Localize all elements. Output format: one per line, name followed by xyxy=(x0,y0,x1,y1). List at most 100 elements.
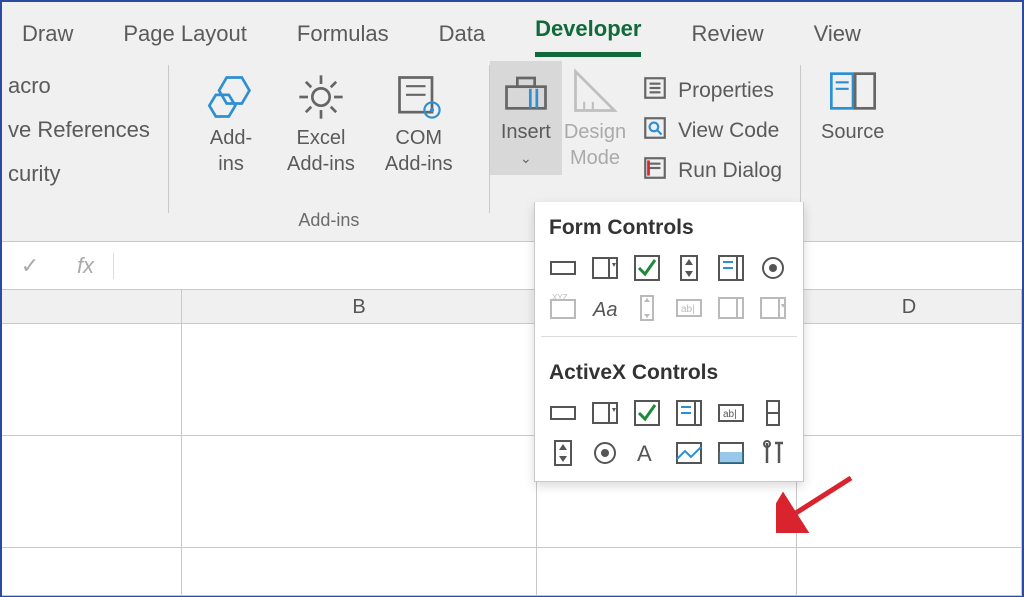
toolbox-icon xyxy=(500,65,552,117)
excel-addins-label: Excel Add-ins xyxy=(287,125,355,177)
cell[interactable] xyxy=(182,436,537,547)
tab-page-layout[interactable]: Page Layout xyxy=(123,15,247,57)
table-row xyxy=(2,436,1022,548)
triangle-ruler-icon xyxy=(569,65,621,117)
insert-label: Insert xyxy=(501,119,551,145)
group-addins: Add- ins Excel Add-ins COM Add-ins Add-i… xyxy=(169,57,489,241)
svg-text:ab|: ab| xyxy=(681,304,695,315)
activex-commandbutton-icon[interactable] xyxy=(545,395,581,431)
form-textfield-icon[interactable]: ab| xyxy=(671,290,707,326)
view-code-label: View Code xyxy=(678,119,779,143)
col-header-d[interactable]: D xyxy=(797,290,1022,323)
ribbon: acro ve References curity Add- ins Excel… xyxy=(2,57,1022,242)
cell[interactable] xyxy=(797,548,1022,595)
form-checkbox-icon[interactable] xyxy=(629,250,665,286)
form-groupbox-icon[interactable]: XYZ xyxy=(545,290,581,326)
truncated-item[interactable]: ve References xyxy=(8,117,150,143)
ribbon-tabs: Draw Page Layout Formulas Data Developer… xyxy=(2,2,1022,57)
addins-button[interactable]: Add- ins xyxy=(203,67,259,181)
hexagon-icon xyxy=(205,71,257,123)
table-row xyxy=(2,548,1022,596)
col-header-b[interactable]: B xyxy=(182,290,537,323)
activex-optionbutton-icon[interactable] xyxy=(587,435,623,471)
form-combo-dropdown-icon[interactable] xyxy=(755,290,791,326)
activex-spinbutton-icon[interactable] xyxy=(545,435,581,471)
formula-bar: ✓ fx xyxy=(2,242,1022,290)
tab-draw[interactable]: Draw xyxy=(22,15,73,57)
cell[interactable] xyxy=(182,548,537,595)
addins-group-label: Add-ins xyxy=(298,206,359,237)
com-addins-button[interactable]: COM Add-ins xyxy=(383,67,455,181)
design-mode-button[interactable]: Design Mode xyxy=(562,61,628,175)
properties-icon xyxy=(642,75,668,107)
tab-developer[interactable]: Developer xyxy=(535,10,641,57)
activex-togglebutton-icon[interactable] xyxy=(713,435,749,471)
activex-controls-title: ActiveX Controls xyxy=(535,347,803,395)
column-headers: B C D xyxy=(2,290,1022,324)
insert-dropdown-panel: Form Controls XYZ Aa ab| ActiveX Control… xyxy=(534,202,804,482)
cell[interactable] xyxy=(797,436,1022,547)
svg-text:A: A xyxy=(637,441,652,466)
activex-textbox-icon[interactable]: ab| xyxy=(713,395,749,431)
svg-text:ab|: ab| xyxy=(723,409,737,420)
activex-label-icon[interactable]: A xyxy=(629,435,665,471)
form-optionbutton-icon[interactable] xyxy=(755,250,791,286)
activex-controls-grid: ab| A xyxy=(535,395,803,471)
tab-view[interactable]: View xyxy=(814,15,861,57)
group-xml: Source xyxy=(801,57,894,241)
gear-icon xyxy=(295,71,347,123)
magnifier-icon xyxy=(642,115,668,147)
cell[interactable] xyxy=(2,548,182,595)
activex-scrollbar-icon[interactable] xyxy=(755,395,791,431)
form-controls-title: Form Controls xyxy=(535,202,803,250)
activex-combobox-icon[interactable] xyxy=(587,395,623,431)
cancel-icon[interactable]: ✓ xyxy=(2,253,58,279)
cell[interactable] xyxy=(2,436,182,547)
worksheet-grid xyxy=(2,324,1022,596)
col-header-blank[interactable] xyxy=(2,290,182,323)
xml-source-icon xyxy=(827,65,879,117)
form-listbox-icon[interactable] xyxy=(713,250,749,286)
list-gear-icon xyxy=(393,71,445,123)
cell[interactable] xyxy=(182,324,537,435)
com-addins-label: COM Add-ins xyxy=(385,125,453,177)
source-button[interactable]: Source xyxy=(819,61,886,149)
form-scrollbar-icon[interactable] xyxy=(629,290,665,326)
activex-more-controls-icon[interactable] xyxy=(755,435,791,471)
source-label: Source xyxy=(821,119,884,145)
truncated-item[interactable]: curity xyxy=(8,161,150,187)
dropdown-divider xyxy=(541,336,797,337)
cell[interactable] xyxy=(2,324,182,435)
tab-data[interactable]: Data xyxy=(439,15,485,57)
properties-button[interactable]: Properties xyxy=(642,75,782,107)
svg-text:Aa: Aa xyxy=(592,299,617,321)
design-mode-label: Design Mode xyxy=(564,119,626,171)
fx-button[interactable]: fx xyxy=(58,253,114,279)
run-dialog-label: Run Dialog xyxy=(678,159,782,183)
form-label-icon[interactable]: Aa xyxy=(587,290,623,326)
properties-label: Properties xyxy=(678,79,774,103)
truncated-item[interactable]: acro xyxy=(8,73,150,99)
table-row xyxy=(2,324,1022,436)
run-dialog-button[interactable]: Run Dialog xyxy=(642,155,782,187)
excel-addins-button[interactable]: Excel Add-ins xyxy=(285,67,357,181)
form-spinner-icon[interactable] xyxy=(671,250,707,286)
activex-image-icon[interactable] xyxy=(671,435,707,471)
form-button-icon[interactable] xyxy=(545,250,581,286)
cell[interactable] xyxy=(797,324,1022,435)
dialog-run-icon xyxy=(642,155,668,187)
svg-text:XYZ: XYZ xyxy=(552,293,568,302)
insert-dropdown-button[interactable]: Insert ⌄ xyxy=(490,61,562,175)
form-combobox-icon[interactable] xyxy=(587,250,623,286)
form-combo-list-icon[interactable] xyxy=(713,290,749,326)
activex-listbox-icon[interactable] xyxy=(671,395,707,431)
tab-review[interactable]: Review xyxy=(691,15,763,57)
tab-formulas[interactable]: Formulas xyxy=(297,15,389,57)
cell[interactable] xyxy=(537,548,797,595)
chevron-down-icon: ⌄ xyxy=(520,145,532,171)
view-code-button[interactable]: View Code xyxy=(642,115,782,147)
activex-checkbox-icon[interactable] xyxy=(629,395,665,431)
form-controls-grid: XYZ Aa ab| xyxy=(535,250,803,326)
ribbon-left-truncated: acro ve References curity xyxy=(2,57,168,241)
addins-label: Add- ins xyxy=(210,125,252,177)
